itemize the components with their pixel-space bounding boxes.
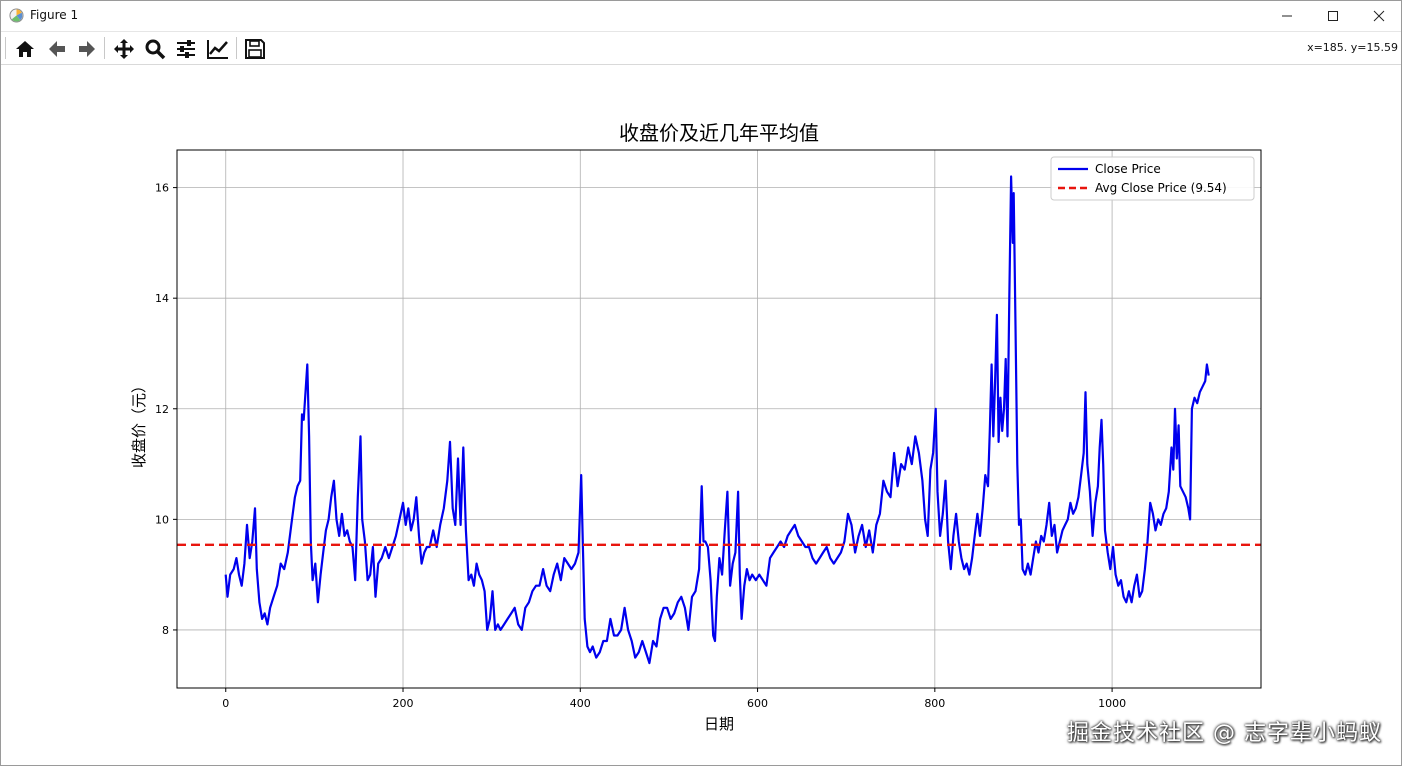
y-axis-label: 收盘价（元） (130, 378, 148, 468)
x-tick-label: 400 (570, 697, 591, 710)
x-tick-label: 1000 (1098, 697, 1126, 710)
configure-subplots-icon (177, 40, 195, 58)
y-tick-label: 10 (155, 513, 169, 526)
toolbar-separator (5, 37, 6, 59)
minimize-icon (1282, 15, 1292, 16)
y-tick-label: 14 (155, 292, 169, 305)
legend-close-price-label: Close Price (1095, 162, 1161, 176)
back-arrow-icon (49, 41, 65, 57)
maximize-button[interactable] (1310, 0, 1356, 31)
edit-axes-button[interactable] (205, 36, 231, 62)
pan-icon (114, 39, 134, 59)
edit-axes-icon (207, 40, 228, 59)
x-axis-label: 日期 (704, 715, 734, 733)
forward-button[interactable] (74, 36, 100, 62)
axes-frame (176, 149, 1262, 689)
y-tick-label: 8 (162, 624, 169, 637)
navigation-toolbar: x=185. y=15.59 (0, 32, 1402, 65)
toolbar-separator (104, 37, 105, 59)
maximize-icon (1328, 10, 1338, 21)
home-icon (16, 41, 34, 57)
forward-arrow-icon (79, 41, 95, 57)
x-tick-label: 200 (393, 697, 414, 710)
close-icon (1373, 10, 1385, 21)
pan-button[interactable] (111, 36, 137, 62)
y-tick-label: 12 (155, 403, 169, 416)
watermark-text: 掘金技术社区 @ 志字辈小蚂蚁 (1067, 721, 1382, 746)
home-button[interactable] (12, 36, 38, 62)
close-button[interactable] (1356, 0, 1402, 31)
zoom-icon (145, 39, 166, 60)
chart-title: 收盘价及近几年平均值 (619, 121, 819, 145)
window-titlebar: Figure 1 (0, 0, 1402, 32)
legend-avg-price-label: Avg Close Price (9.54) (1095, 181, 1227, 195)
back-button[interactable] (44, 36, 70, 62)
zoom-button[interactable] (142, 36, 168, 62)
matplotlib-app-icon (9, 8, 24, 23)
toolbar-separator (236, 37, 237, 59)
minimize-button[interactable] (1264, 0, 1310, 31)
configure-subplots-button[interactable] (173, 36, 199, 62)
figure-canvas[interactable]: 收盘价及近几年平均值 日期 收盘价（元） 0 200 400 600 800 1000 8 1… (0, 65, 1402, 765)
y-tick-label: 16 (155, 182, 169, 195)
x-tick-label: 0 (222, 697, 229, 710)
x-tick-label: 600 (747, 697, 768, 710)
window-title: Figure 1 (30, 8, 79, 22)
close-price-line (224, 175, 1210, 665)
x-tick-label: 800 (924, 697, 945, 710)
save-icon (245, 39, 265, 59)
cursor-coordinates-readout: x=185. y=15.59 (1307, 41, 1398, 54)
save-button[interactable] (242, 36, 268, 62)
plot-area: 0 200 400 600 800 1000 8 10 12 14 16 Close Price Avg… (155, 149, 1262, 710)
